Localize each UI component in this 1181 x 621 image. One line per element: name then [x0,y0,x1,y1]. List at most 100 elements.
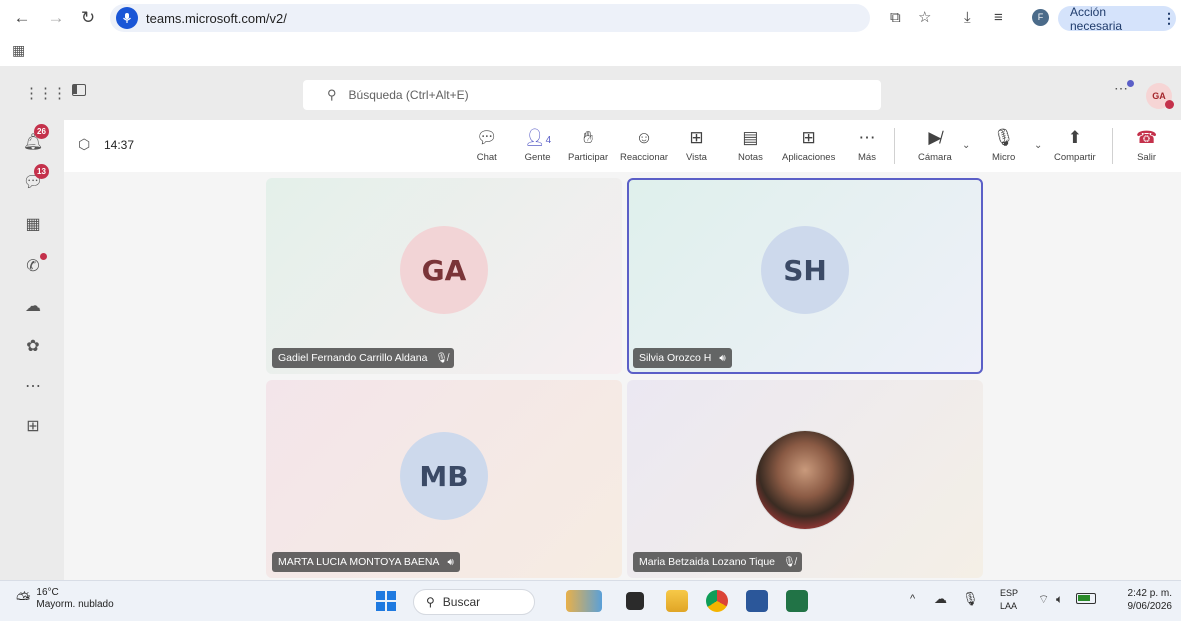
reading-list-icon[interactable]: ≡ [994,8,1003,28]
speaking-icon: 🔊︎ [447,556,454,568]
download-icon[interactable]: ⤓ [964,8,971,28]
camera-chevron-icon[interactable]: ⌄ [962,140,970,151]
back-arrow-icon[interactable]: ← [12,8,32,28]
more-button[interactable]: ⋯ Más [858,126,876,168]
wifi-icon[interactable]: ⌔ [1038,592,1049,607]
activity-badge: 26 [34,124,49,139]
taskbar-search[interactable]: ⚲ Buscar [413,589,535,615]
chat-bubble-icon: 💬︎ [476,128,498,147]
participant-tile[interactable]: MB MARTA LUCIA MONTOYA BAENA 🔊︎ [266,380,622,578]
volume-icon[interactable]: 🔈︎ [1056,592,1063,607]
browser-toolbar: ← → ↻ teams.microsoft.com/v2/ ⧉ ☆ ⤓ ≡ F … [0,0,1181,36]
participant-nametag: Silvia Orozco H 🔊︎ [633,348,732,368]
widgets-icon[interactable] [566,590,602,612]
clock[interactable]: 2:42 p. m. 9/06/2026 [1112,587,1173,613]
participant-name: Maria Betzaida Lozano Tique [639,556,776,568]
more-apps-icon[interactable]: ⋯ [22,376,44,398]
participant-nametag: Gadiel Fernando Carrillo Aldana 🎙︎̸ [272,348,455,368]
meeting-timer: 14:37 [104,138,135,152]
mic-off-icon: 🎙︎ [992,128,1015,147]
mic-chevron-icon[interactable]: ⌄ [1034,140,1042,151]
action-required-button[interactable]: Acción necesaria ⋮ [1058,5,1176,33]
bookmarks-bar: ▦ [0,36,1181,66]
mic-muted-icon: 🎙︎̸ [783,556,796,568]
react-button[interactable]: ☺ Reaccionar [620,126,668,168]
notes-label: Notas [738,152,763,163]
weather-widget[interactable]: ⛅︎ 16°C Mayorm. nublado [16,587,114,611]
raise-hand-button[interactable]: ✋︎ Participar [568,126,608,168]
mic-button[interactable]: 🎙︎ Micro [992,126,1015,168]
video-stage: GA Gadiel Fernando Carrillo Aldana 🎙︎̸ SH… [64,172,1181,580]
copilot-icon[interactable]: ✿ [22,336,44,358]
react-label: Reaccionar [620,152,669,163]
address-bar[interactable]: teams.microsoft.com/v2/ [110,4,870,32]
site-info-icon[interactable] [116,7,138,29]
search-placeholder: Búsqueda (Ctrl+Alt+E) [348,88,469,102]
leave-button[interactable]: ☎︎ Salir [1136,126,1157,168]
apps-button[interactable]: ⊞ Aplicaciones [782,126,835,168]
participant-tile[interactable]: GA Gadiel Fernando Carrillo Aldana 🎙︎̸ [266,178,622,374]
word-icon[interactable] [746,590,768,612]
participant-avatar: GA [400,226,488,314]
participant-name: Gadiel Fernando Carrillo Aldana [278,352,428,364]
camera-button[interactable]: ▶︎̸ Cámara [918,126,952,168]
chevron-up-icon[interactable]: ^ [910,593,915,605]
add-apps-icon[interactable]: ⊞ [22,416,44,438]
ellipsis-icon: ⋯ [858,128,876,147]
clock-date: 9/06/2026 [1127,601,1173,612]
app-rail: 🔔︎ 26 💬︎ 13 ▦ ✆ ☁︎ ✿ ⋯ ⊞ [0,120,64,580]
excel-icon[interactable] [786,590,808,612]
share-screen-icon: ⬆︎ [1067,128,1082,147]
participant-tile[interactable]: Maria Betzaida Lozano Tique 🎙︎̸ [627,380,983,578]
file-explorer-icon[interactable] [666,590,688,612]
view-button[interactable]: ⊞ Vista [686,126,707,168]
share-button[interactable]: ⬆︎ Compartir [1054,126,1096,168]
meeting-toolbar: ⬡ 14:37 💬︎ Chat 👤︎4 Gente ✋︎ Participar ☺ Re… [64,120,1181,172]
apps-grid-icon[interactable]: ▦ [12,42,25,59]
toolbar-divider-2 [1112,128,1113,164]
url-text: teams.microsoft.com/v2/ [146,10,287,26]
people-label: Gente [524,152,551,163]
forward-arrow-icon[interactable]: → [46,8,66,28]
participant-avatar: SH [761,226,849,314]
mic-label: Micro [992,152,1016,163]
reload-icon[interactable]: ↻ [78,8,98,28]
participant-nametag: MARTA LUCIA MONTOYA BAENA 🔊︎ [272,552,460,572]
participant-name: Silvia Orozco H [639,352,712,364]
search-input[interactable]: ⚲ Búsqueda (Ctrl+Alt+E) [303,80,881,110]
onedrive-tray-icon[interactable]: ☁︎ [934,591,947,607]
toolbar-divider [894,128,895,164]
presence-dot [1165,100,1174,109]
notes-button[interactable]: ▤ Notas [738,126,763,168]
notification-dot [1127,80,1134,87]
camera-label: Cámara [918,152,952,163]
language-indicator[interactable]: ESP LAA [1000,587,1018,613]
view-label: Vista [686,152,707,163]
shield-icon: ⬡ [78,136,91,152]
participant-tile-active[interactable]: SH Silvia Orozco H 🔊︎ [627,178,983,374]
cast-icon[interactable]: ⧉ [890,8,901,28]
chat-button[interactable]: 💬︎ Chat [476,126,498,168]
onedrive-icon[interactable]: ☁︎ [22,296,44,318]
people-button[interactable]: 👤︎4 Gente [524,126,551,168]
lang-code: ESP [1000,588,1019,598]
bookmark-star-icon[interactable]: ☆ [918,8,931,28]
chat-badge: 13 [34,164,49,179]
search-icon: ⚲ [327,87,337,102]
add-app-icon: ⊞ [801,128,816,147]
windows-start-icon[interactable] [376,591,396,611]
profile-avatar[interactable]: F [1032,9,1049,26]
app-launcher-icon[interactable]: ⋮⋮⋮ [24,84,67,102]
sidebar-toggle-icon[interactable] [72,84,86,96]
chrome-icon[interactable] [706,590,728,612]
mic-muted-icon: 🎙︎̸ [435,352,449,364]
kebab-menu-icon: ⋮ [1162,10,1176,26]
apps-label: Aplicaciones [782,152,836,163]
mic-tray-icon[interactable]: 🎙︎ [962,591,979,607]
participant-name: MARTA LUCIA MONTOYA BAENA [278,556,440,568]
task-view-icon[interactable] [626,592,644,610]
battery-icon[interactable] [1076,593,1096,604]
share-label: Compartir [1054,152,1096,163]
calendar-icon[interactable]: ▦ [22,214,44,236]
more-options-icon[interactable]: ⋯ [1114,80,1128,97]
